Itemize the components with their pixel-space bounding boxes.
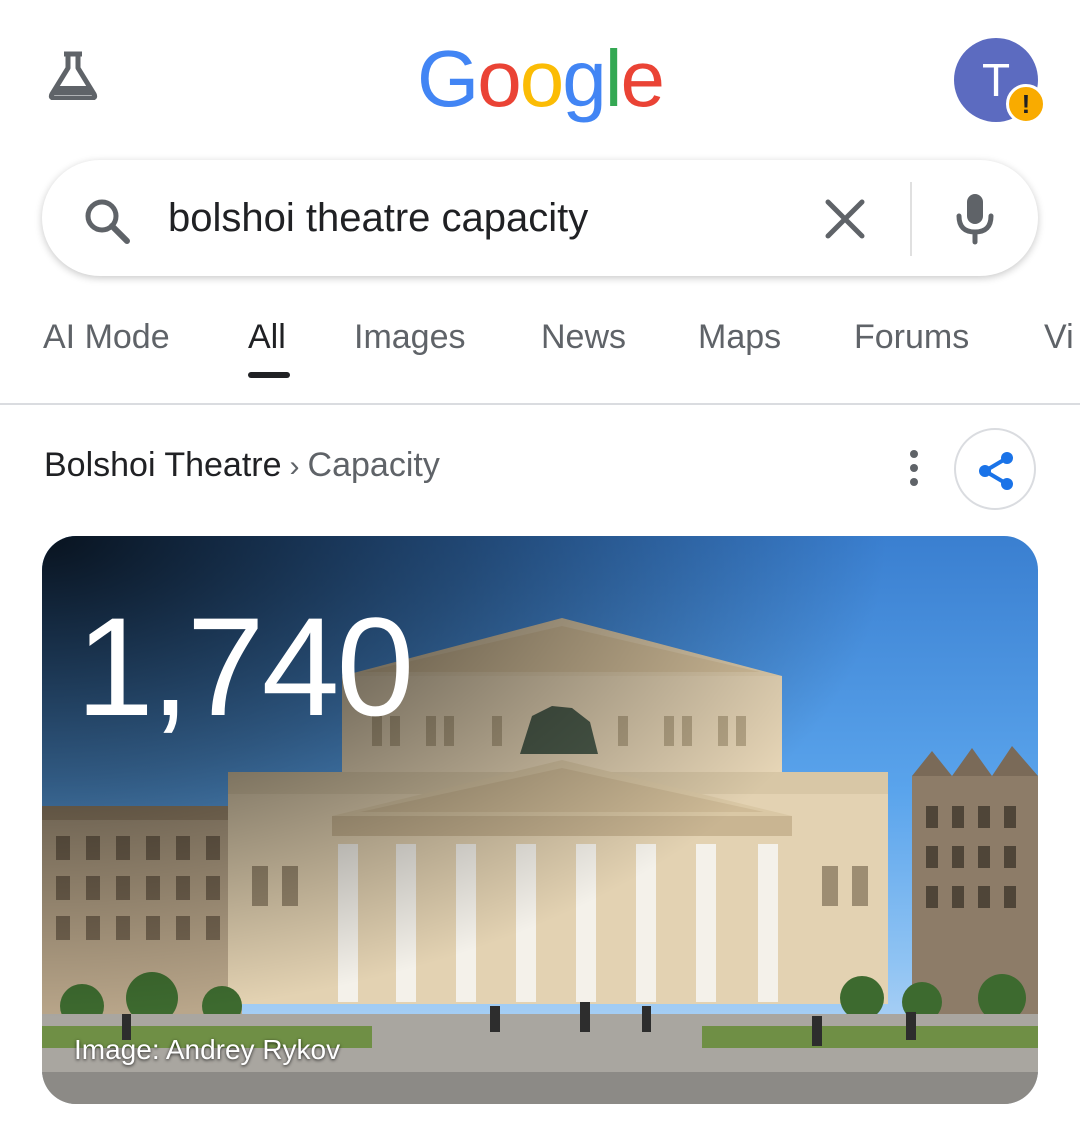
image-credit[interactable]: Image: Andrey Rykov [74,1034,340,1066]
logo-letter: l [604,34,623,123]
header: Google T ! [0,0,1080,150]
tabs-divider [0,403,1080,405]
logo-letter: g [562,34,606,123]
share-icon [979,452,1013,490]
search-input[interactable] [168,190,788,246]
account-avatar[interactable]: T ! [954,38,1046,124]
logo-letter: G [416,34,479,123]
google-logo[interactable]: Google [0,34,1080,124]
tab-news[interactable]: News [541,318,626,357]
logo-letter: o [477,34,521,123]
capacity-card[interactable]: 1,740 Image: Andrey Rykov [42,536,1038,1104]
search-icon[interactable] [82,196,132,246]
warning-badge-icon: ! [1006,84,1046,124]
active-tab-indicator [248,372,290,378]
search-tabs: AI Mode All Images News Maps Forums Vi [0,300,1080,404]
tab-ai-mode[interactable]: AI Mode [43,318,170,357]
search-divider [910,182,912,256]
tab-images[interactable]: Images [354,318,466,357]
capacity-value: 1,740 [76,588,414,745]
search-bar[interactable] [42,160,1038,276]
tab-all[interactable]: All [248,318,286,357]
tab-videos[interactable]: Vi [1044,318,1074,357]
mic-icon[interactable] [950,190,1000,246]
tab-maps[interactable]: Maps [698,318,781,357]
logo-letter: e [620,34,665,123]
share-button[interactable] [954,428,1036,510]
breadcrumb-separator: › [289,450,300,483]
breadcrumb: Bolshoi Theatre › Capacity [44,446,440,485]
breadcrumb-entity[interactable]: Bolshoi Theatre [44,446,282,484]
breadcrumb-attribute: Capacity [307,446,440,484]
more-options-icon[interactable] [900,448,928,488]
clear-icon[interactable] [822,196,868,242]
tab-forums[interactable]: Forums [854,318,969,357]
logo-letter: o [519,34,564,123]
